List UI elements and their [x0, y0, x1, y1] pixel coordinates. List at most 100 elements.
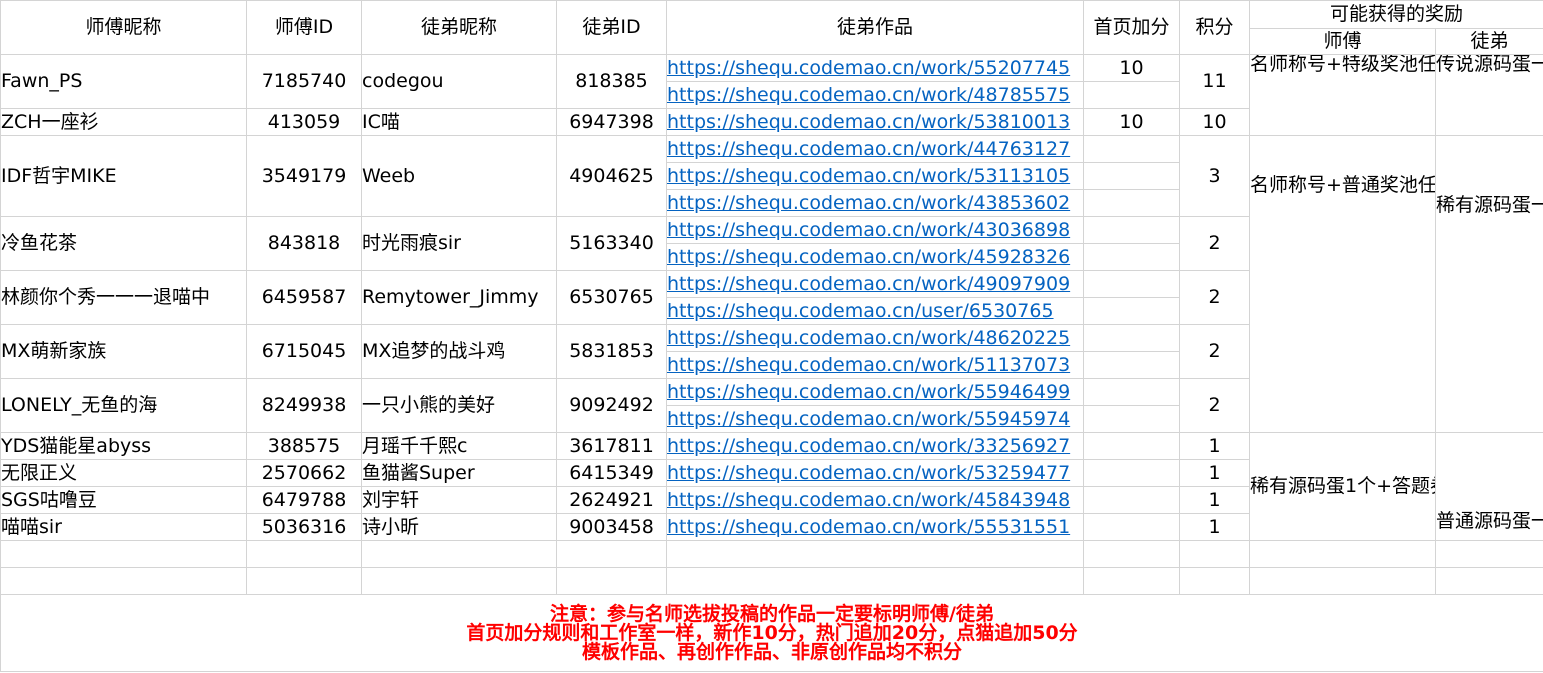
- empty-cell[interactable]: [1249, 567, 1436, 595]
- master-id-cell[interactable]: 3549179: [246, 135, 362, 217]
- apprentice-id-cell[interactable]: 4904625: [556, 135, 667, 217]
- master-id-cell[interactable]: 8249938: [246, 378, 362, 433]
- apprentice-nick-cell[interactable]: Remytower_Jimmy: [361, 270, 557, 325]
- empty-cell[interactable]: [0, 540, 247, 568]
- apprentice-id-cell[interactable]: 6415349: [556, 459, 667, 487]
- master-nick-cell[interactable]: 冷鱼花茶: [0, 216, 247, 271]
- work-link[interactable]: https://shequ.codemao.cn/work/55207745: [666, 54, 1084, 82]
- master-nick-cell[interactable]: MX萌新家族: [0, 324, 247, 379]
- work-link[interactable]: https://shequ.codemao.cn/work/53113105: [666, 162, 1084, 190]
- homepage-bonus-cell[interactable]: [1083, 243, 1180, 271]
- homepage-bonus-cell[interactable]: [1083, 189, 1180, 217]
- homepage-bonus-cell[interactable]: [1083, 81, 1180, 109]
- homepage-bonus-cell[interactable]: [1083, 513, 1180, 541]
- header-apprentice-id[interactable]: 徒弟ID: [556, 0, 667, 55]
- apprentice-id-cell[interactable]: 818385: [556, 54, 667, 109]
- work-link[interactable]: https://shequ.codemao.cn/work/48785575: [666, 81, 1084, 109]
- master-nick-cell[interactable]: ZCH一座衫: [0, 108, 247, 136]
- points-cell[interactable]: 2: [1179, 270, 1250, 325]
- master-nick-cell[interactable]: 喵喵sir: [0, 513, 247, 541]
- header-reward-master[interactable]: 师傅: [1249, 28, 1436, 55]
- apprentice-id-cell[interactable]: 5163340: [556, 216, 667, 271]
- master-id-cell[interactable]: 388575: [246, 432, 362, 460]
- master-nick-cell[interactable]: 林颜你个秀一一一退喵中: [0, 270, 247, 325]
- reward-apprentice-cell[interactable]: 普通源码蛋一个+答题券1张: [1434, 432, 1543, 541]
- master-id-cell[interactable]: 6479788: [246, 486, 362, 514]
- apprentice-id-cell[interactable]: 3617811: [556, 432, 667, 460]
- homepage-bonus-cell[interactable]: [1083, 324, 1180, 352]
- header-rewards[interactable]: 可能获得的奖励: [1248, 0, 1543, 29]
- homepage-bonus-cell[interactable]: [1083, 378, 1180, 406]
- work-link[interactable]: https://shequ.codemao.cn/work/51137073: [666, 351, 1084, 379]
- points-cell[interactable]: 11: [1179, 54, 1250, 109]
- work-link[interactable]: https://shequ.codemao.cn/work/55945974: [666, 405, 1084, 433]
- work-link[interactable]: https://shequ.codemao.cn/work/45843948: [666, 486, 1084, 514]
- work-link[interactable]: https://shequ.codemao.cn/work/48620225: [666, 324, 1084, 352]
- apprentice-nick-cell[interactable]: 刘宇轩: [361, 486, 557, 514]
- empty-cell[interactable]: [1083, 567, 1180, 595]
- apprentice-nick-cell[interactable]: codegou: [361, 54, 557, 109]
- master-nick-cell[interactable]: Fawn_PS: [0, 54, 247, 109]
- header-master-nick[interactable]: 师傅昵称: [0, 0, 247, 55]
- empty-cell[interactable]: [246, 567, 362, 595]
- points-cell[interactable]: 2: [1179, 216, 1250, 271]
- apprentice-id-cell[interactable]: 6530765: [556, 270, 667, 325]
- work-link[interactable]: https://shequ.codemao.cn/work/53259477: [666, 459, 1084, 487]
- empty-cell[interactable]: [666, 540, 1084, 568]
- empty-cell[interactable]: [556, 567, 667, 595]
- homepage-bonus-cell[interactable]: 10: [1083, 54, 1180, 82]
- reward-apprentice-cell[interactable]: 稀有源码蛋一个+答题券5张: [1434, 135, 1543, 433]
- points-cell[interactable]: 3: [1179, 135, 1250, 217]
- empty-cell[interactable]: [1434, 567, 1543, 595]
- work-link[interactable]: https://shequ.codemao.cn/work/53810013: [666, 108, 1084, 136]
- points-cell[interactable]: 1: [1179, 432, 1250, 460]
- master-id-cell[interactable]: 413059: [246, 108, 362, 136]
- reward-master-cell[interactable]: 名师称号+普通奖池任选周边一份: [1249, 135, 1436, 433]
- apprentice-nick-cell[interactable]: MX追梦的战斗鸡: [361, 324, 557, 379]
- notes-cell[interactable]: 注意：参与名师选拔投稿的作品一定要标明师傅/徒弟 首页加分规则和工作室一样，新作1…: [0, 594, 1543, 672]
- points-cell[interactable]: 1: [1179, 486, 1250, 514]
- empty-cell[interactable]: [246, 540, 362, 568]
- master-id-cell[interactable]: 2570662: [246, 459, 362, 487]
- homepage-bonus-cell[interactable]: [1083, 405, 1180, 433]
- master-nick-cell[interactable]: LONELY_无鱼的海: [0, 378, 247, 433]
- work-link[interactable]: https://shequ.codemao.cn/work/33256927: [666, 432, 1084, 460]
- master-id-cell[interactable]: 843818: [246, 216, 362, 271]
- work-link[interactable]: https://shequ.codemao.cn/work/55531551: [666, 513, 1084, 541]
- work-link[interactable]: https://shequ.codemao.cn/work/43853602: [666, 189, 1084, 217]
- empty-cell[interactable]: [666, 567, 1084, 595]
- reward-apprentice-cell[interactable]: 传说源码蛋一个+答题券5张: [1434, 54, 1543, 136]
- empty-cell[interactable]: [1179, 540, 1250, 568]
- header-apprentice-nick[interactable]: 徒弟昵称: [361, 0, 557, 55]
- apprentice-nick-cell[interactable]: 诗小昕: [361, 513, 557, 541]
- work-link[interactable]: https://shequ.codemao.cn/work/49097909: [666, 270, 1084, 298]
- apprentice-id-cell[interactable]: 5831853: [556, 324, 667, 379]
- apprentice-nick-cell[interactable]: IC喵: [361, 108, 557, 136]
- master-nick-cell[interactable]: IDF哲宇MIKE: [0, 135, 247, 217]
- header-apprentice-works[interactable]: 徒弟作品: [666, 0, 1084, 55]
- header-master-id[interactable]: 师傅ID: [246, 0, 362, 55]
- apprentice-id-cell[interactable]: 9092492: [556, 378, 667, 433]
- work-link[interactable]: https://shequ.codemao.cn/work/55946499: [666, 378, 1084, 406]
- homepage-bonus-cell[interactable]: [1083, 135, 1180, 163]
- homepage-bonus-cell[interactable]: [1083, 216, 1180, 244]
- master-nick-cell[interactable]: 无限正义: [0, 459, 247, 487]
- header-points[interactable]: 积分: [1179, 0, 1250, 55]
- master-nick-cell[interactable]: SGS咕噜豆: [0, 486, 247, 514]
- work-link[interactable]: https://shequ.codemao.cn/user/6530765: [666, 297, 1084, 325]
- work-link[interactable]: https://shequ.codemao.cn/work/44763127: [666, 135, 1084, 163]
- apprentice-nick-cell[interactable]: Weeb: [361, 135, 557, 217]
- points-cell[interactable]: 2: [1179, 324, 1250, 379]
- homepage-bonus-cell[interactable]: [1083, 351, 1180, 379]
- empty-cell[interactable]: [361, 540, 557, 568]
- apprentice-id-cell[interactable]: 9003458: [556, 513, 667, 541]
- empty-cell[interactable]: [0, 567, 247, 595]
- master-id-cell[interactable]: 7185740: [246, 54, 362, 109]
- empty-cell[interactable]: [1179, 567, 1250, 595]
- homepage-bonus-cell[interactable]: [1083, 432, 1180, 460]
- empty-cell[interactable]: [361, 567, 557, 595]
- points-cell[interactable]: 1: [1179, 513, 1250, 541]
- master-id-cell[interactable]: 6459587: [246, 270, 362, 325]
- apprentice-nick-cell[interactable]: 月瑶千千熙c: [361, 432, 557, 460]
- apprentice-nick-cell[interactable]: 时光雨痕sir: [361, 216, 557, 271]
